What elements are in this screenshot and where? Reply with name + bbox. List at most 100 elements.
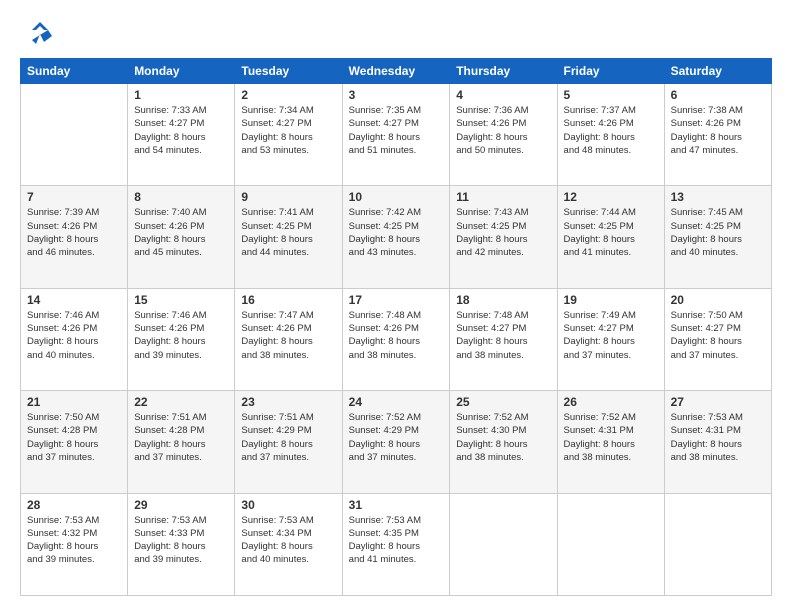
day-number: 21 [27, 395, 121, 409]
logo-icon [24, 16, 56, 48]
calendar-body: 1 Sunrise: 7:33 AMSunset: 4:27 PMDaylight… [21, 84, 772, 596]
day-info: Sunrise: 7:48 AMSunset: 4:27 PMDaylight:… [456, 309, 550, 362]
day-number: 14 [27, 293, 121, 307]
day-info: Sunrise: 7:52 AMSunset: 4:29 PMDaylight:… [349, 411, 444, 464]
day-info: Sunrise: 7:40 AMSunset: 4:26 PMDaylight:… [134, 206, 228, 259]
calendar-cell: 9Sunrise: 7:41 AMSunset: 4:25 PMDaylight… [235, 186, 342, 288]
day-info: Sunrise: 7:36 AMSunset: 4:26 PMDaylight:… [456, 104, 550, 157]
day-number: 23 [241, 395, 335, 409]
calendar-cell: 4 Sunrise: 7:36 AMSunset: 4:26 PMDaylight… [450, 84, 557, 186]
day-number: 1 [134, 88, 228, 102]
day-info: Sunrise: 7:53 AMSunset: 4:34 PMDaylight:… [241, 514, 335, 567]
calendar-cell: 29 Sunrise: 7:53 AMSunset: 4:33 PMDayligh… [128, 493, 235, 595]
day-number: 29 [134, 498, 228, 512]
day-number: 3 [349, 88, 444, 102]
calendar-cell [557, 493, 664, 595]
calendar-cell: 8 Sunrise: 7:40 AMSunset: 4:26 PMDaylight… [128, 186, 235, 288]
day-number: 12 [564, 190, 658, 204]
day-info: Sunrise: 7:45 AMSunset: 4:25 PMDaylight:… [671, 206, 765, 259]
day-number: 11 [456, 190, 550, 204]
calendar-cell: 3Sunrise: 7:35 AMSunset: 4:27 PMDaylight… [342, 84, 450, 186]
weekday-header-friday: Friday [557, 59, 664, 84]
day-number: 13 [671, 190, 765, 204]
day-number: 4 [456, 88, 550, 102]
day-info: Sunrise: 7:46 AMSunset: 4:26 PMDaylight:… [27, 309, 121, 362]
day-number: 30 [241, 498, 335, 512]
week-row-4: 21 Sunrise: 7:50 AMSunset: 4:28 PMDayligh… [21, 391, 772, 493]
weekday-header-monday: Monday [128, 59, 235, 84]
calendar-cell: 31 Sunrise: 7:53 AMSunset: 4:35 PMDayligh… [342, 493, 450, 595]
calendar-cell: 21 Sunrise: 7:50 AMSunset: 4:28 PMDayligh… [21, 391, 128, 493]
day-info: Sunrise: 7:44 AMSunset: 4:25 PMDaylight:… [564, 206, 658, 259]
calendar-cell: 1 Sunrise: 7:33 AMSunset: 4:27 PMDaylight… [128, 84, 235, 186]
week-row-5: 28Sunrise: 7:53 AMSunset: 4:32 PMDayligh… [21, 493, 772, 595]
day-info: Sunrise: 7:33 AMSunset: 4:27 PMDaylight:… [134, 104, 228, 157]
day-info: Sunrise: 7:53 AMSunset: 4:31 PMDaylight:… [671, 411, 765, 464]
calendar-cell: 6 Sunrise: 7:38 AMSunset: 4:26 PMDaylight… [664, 84, 771, 186]
day-number: 2 [241, 88, 335, 102]
calendar-cell: 28Sunrise: 7:53 AMSunset: 4:32 PMDayligh… [21, 493, 128, 595]
day-info: Sunrise: 7:34 AMSunset: 4:27 PMDaylight:… [241, 104, 335, 157]
weekday-header-thursday: Thursday [450, 59, 557, 84]
day-info: Sunrise: 7:47 AMSunset: 4:26 PMDaylight:… [241, 309, 335, 362]
weekday-header-wednesday: Wednesday [342, 59, 450, 84]
day-info: Sunrise: 7:53 AMSunset: 4:33 PMDaylight:… [134, 514, 228, 567]
weekday-header-tuesday: Tuesday [235, 59, 342, 84]
week-row-3: 14 Sunrise: 7:46 AMSunset: 4:26 PMDayligh… [21, 288, 772, 390]
calendar-cell: 23 Sunrise: 7:51 AMSunset: 4:29 PMDayligh… [235, 391, 342, 493]
calendar-cell: 5Sunrise: 7:37 AMSunset: 4:26 PMDaylight… [557, 84, 664, 186]
day-info: Sunrise: 7:50 AMSunset: 4:27 PMDaylight:… [671, 309, 765, 362]
weekday-header-sunday: Sunday [21, 59, 128, 84]
day-info: Sunrise: 7:37 AMSunset: 4:26 PMDaylight:… [564, 104, 658, 157]
day-number: 8 [134, 190, 228, 204]
day-number: 15 [134, 293, 228, 307]
day-number: 24 [349, 395, 444, 409]
day-number: 27 [671, 395, 765, 409]
page: SundayMondayTuesdayWednesdayThursdayFrid… [0, 0, 792, 612]
calendar-cell: 27 Sunrise: 7:53 AMSunset: 4:31 PMDayligh… [664, 391, 771, 493]
calendar-cell [21, 84, 128, 186]
week-row-1: 1 Sunrise: 7:33 AMSunset: 4:27 PMDaylight… [21, 84, 772, 186]
day-number: 7 [27, 190, 121, 204]
calendar-cell: 26Sunrise: 7:52 AMSunset: 4:31 PMDayligh… [557, 391, 664, 493]
calendar-cell: 19Sunrise: 7:49 AMSunset: 4:27 PMDayligh… [557, 288, 664, 390]
day-info: Sunrise: 7:50 AMSunset: 4:28 PMDaylight:… [27, 411, 121, 464]
calendar-header: SundayMondayTuesdayWednesdayThursdayFrid… [21, 59, 772, 84]
day-number: 20 [671, 293, 765, 307]
calendar-cell [450, 493, 557, 595]
calendar-cell: 11 Sunrise: 7:43 AMSunset: 4:25 PMDayligh… [450, 186, 557, 288]
day-info: Sunrise: 7:53 AMSunset: 4:32 PMDaylight:… [27, 514, 121, 567]
logo [20, 16, 56, 48]
calendar-cell: 17 Sunrise: 7:48 AMSunset: 4:26 PMDayligh… [342, 288, 450, 390]
calendar-cell: 7 Sunrise: 7:39 AMSunset: 4:26 PMDaylight… [21, 186, 128, 288]
calendar-cell: 12 Sunrise: 7:44 AMSunset: 4:25 PMDayligh… [557, 186, 664, 288]
day-number: 6 [671, 88, 765, 102]
day-info: Sunrise: 7:52 AMSunset: 4:31 PMDaylight:… [564, 411, 658, 464]
day-number: 31 [349, 498, 444, 512]
day-number: 10 [349, 190, 444, 204]
weekday-header-saturday: Saturday [664, 59, 771, 84]
calendar-table: SundayMondayTuesdayWednesdayThursdayFrid… [20, 58, 772, 596]
week-row-2: 7 Sunrise: 7:39 AMSunset: 4:26 PMDaylight… [21, 186, 772, 288]
day-info: Sunrise: 7:39 AMSunset: 4:26 PMDaylight:… [27, 206, 121, 259]
day-info: Sunrise: 7:43 AMSunset: 4:25 PMDaylight:… [456, 206, 550, 259]
day-number: 17 [349, 293, 444, 307]
day-info: Sunrise: 7:38 AMSunset: 4:26 PMDaylight:… [671, 104, 765, 157]
day-info: Sunrise: 7:42 AMSunset: 4:25 PMDaylight:… [349, 206, 444, 259]
day-info: Sunrise: 7:49 AMSunset: 4:27 PMDaylight:… [564, 309, 658, 362]
calendar-cell: 30 Sunrise: 7:53 AMSunset: 4:34 PMDayligh… [235, 493, 342, 595]
calendar-cell: 24 Sunrise: 7:52 AMSunset: 4:29 PMDayligh… [342, 391, 450, 493]
calendar-cell: 18 Sunrise: 7:48 AMSunset: 4:27 PMDayligh… [450, 288, 557, 390]
day-number: 16 [241, 293, 335, 307]
day-number: 9 [241, 190, 335, 204]
calendar-cell: 2 Sunrise: 7:34 AMSunset: 4:27 PMDaylight… [235, 84, 342, 186]
day-number: 18 [456, 293, 550, 307]
calendar-cell: 25 Sunrise: 7:52 AMSunset: 4:30 PMDayligh… [450, 391, 557, 493]
day-info: Sunrise: 7:52 AMSunset: 4:30 PMDaylight:… [456, 411, 550, 464]
day-info: Sunrise: 7:53 AMSunset: 4:35 PMDaylight:… [349, 514, 444, 567]
day-number: 22 [134, 395, 228, 409]
day-info: Sunrise: 7:46 AMSunset: 4:26 PMDaylight:… [134, 309, 228, 362]
day-info: Sunrise: 7:48 AMSunset: 4:26 PMDaylight:… [349, 309, 444, 362]
day-info: Sunrise: 7:51 AMSunset: 4:29 PMDaylight:… [241, 411, 335, 464]
day-number: 25 [456, 395, 550, 409]
